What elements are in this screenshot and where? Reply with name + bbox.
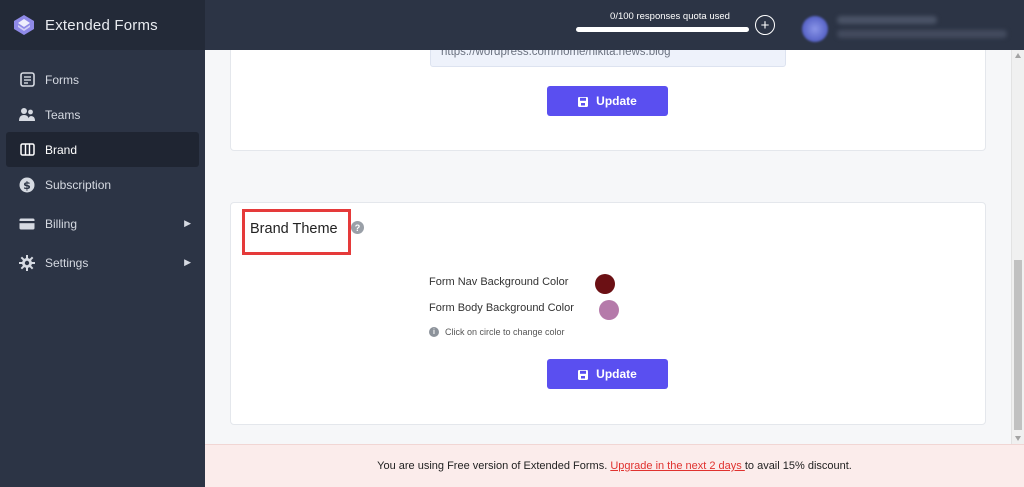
sidebar-item-settings[interactable]: Settings ▶ bbox=[6, 245, 199, 280]
sidebar-item-label: Subscription bbox=[45, 177, 112, 192]
chevron-right-icon: ▶ bbox=[184, 257, 191, 267]
sidebar-item-label: Teams bbox=[45, 107, 81, 122]
brand-theme-card: Brand Theme ? Form Nav Background Color … bbox=[230, 202, 986, 425]
quota-progress-bar bbox=[576, 27, 749, 32]
brand-theme-title: Brand Theme bbox=[250, 221, 338, 237]
app-brand[interactable]: Extended Forms bbox=[0, 0, 205, 50]
user-email-redacted bbox=[837, 30, 1007, 38]
nav-color-swatch[interactable] bbox=[595, 274, 615, 294]
avatar[interactable] bbox=[802, 16, 828, 42]
sidebar-item-subscription[interactable]: $ Subscription bbox=[6, 167, 199, 202]
domain-update-button[interactable]: Update bbox=[547, 86, 668, 116]
sidebar-item-label: Brand bbox=[45, 142, 78, 157]
upgrade-banner-suffix: to avail 15% discount. bbox=[744, 460, 852, 472]
sidebar-item-brand[interactable]: Brand bbox=[6, 132, 199, 167]
body-color-label: Form Body Background Color bbox=[429, 302, 574, 314]
help-icon[interactable]: ? bbox=[351, 221, 364, 234]
upgrade-link[interactable]: Upgrade in the next 2 days bbox=[610, 460, 745, 472]
vertical-scrollbar[interactable] bbox=[1011, 50, 1024, 444]
teams-icon bbox=[18, 106, 36, 124]
brand-icon bbox=[18, 141, 36, 159]
nav-color-label: Form Nav Background Color bbox=[429, 276, 569, 288]
save-icon bbox=[578, 96, 589, 107]
main-content: https://wordpress.com/home/nikita.news.b… bbox=[205, 50, 1011, 444]
body-color-swatch[interactable] bbox=[599, 300, 619, 320]
update-label: Update bbox=[596, 94, 637, 108]
scroll-thumb[interactable] bbox=[1014, 260, 1022, 430]
gear-icon bbox=[18, 254, 36, 272]
extended-forms-logo-icon bbox=[13, 14, 35, 36]
scroll-up-arrow-icon[interactable] bbox=[1015, 53, 1021, 58]
save-icon bbox=[578, 369, 589, 380]
sidebar-item-label: Settings bbox=[45, 255, 89, 270]
app-title: Extended Forms bbox=[45, 16, 158, 34]
dollar-icon: $ bbox=[18, 176, 36, 194]
chevron-right-icon: ▶ bbox=[184, 218, 191, 228]
info-icon: i bbox=[429, 327, 439, 337]
sidebar-item-billing[interactable]: Billing ▶ bbox=[6, 206, 199, 241]
color-hint: i Click on circle to change color bbox=[429, 327, 565, 337]
sidebar: Extended Forms Forms Teams Brand $ Subsc… bbox=[0, 0, 205, 487]
credit-card-icon bbox=[18, 215, 36, 233]
sidebar-item-forms[interactable]: Forms bbox=[6, 62, 199, 97]
user-name-redacted bbox=[837, 16, 937, 24]
sidebar-item-teams[interactable]: Teams bbox=[6, 97, 199, 132]
svg-text:$: $ bbox=[23, 179, 31, 192]
color-hint-text: Click on circle to change color bbox=[445, 327, 565, 337]
scroll-down-arrow-icon[interactable] bbox=[1015, 436, 1021, 441]
upgrade-banner-text: You are using Free version of Extended F… bbox=[377, 460, 611, 472]
upgrade-banner: You are using Free version of Extended F… bbox=[205, 444, 1024, 487]
quota-label: 0/100 responses quota used bbox=[610, 11, 730, 22]
theme-update-button[interactable]: Update bbox=[547, 359, 668, 389]
plus-circle-icon[interactable]: + bbox=[755, 15, 775, 35]
sidebar-item-label: Forms bbox=[45, 72, 79, 87]
forms-icon bbox=[18, 71, 36, 89]
sidebar-nav: Forms Teams Brand $ Subscription Billing bbox=[0, 50, 205, 280]
domain-url-input[interactable]: https://wordpress.com/home/nikita.news.b… bbox=[430, 50, 786, 67]
update-label: Update bbox=[596, 367, 637, 381]
sidebar-item-label: Billing bbox=[45, 216, 78, 231]
domain-card: https://wordpress.com/home/nikita.news.b… bbox=[230, 50, 986, 151]
top-bar: 0/100 responses quota used + bbox=[205, 0, 1024, 50]
